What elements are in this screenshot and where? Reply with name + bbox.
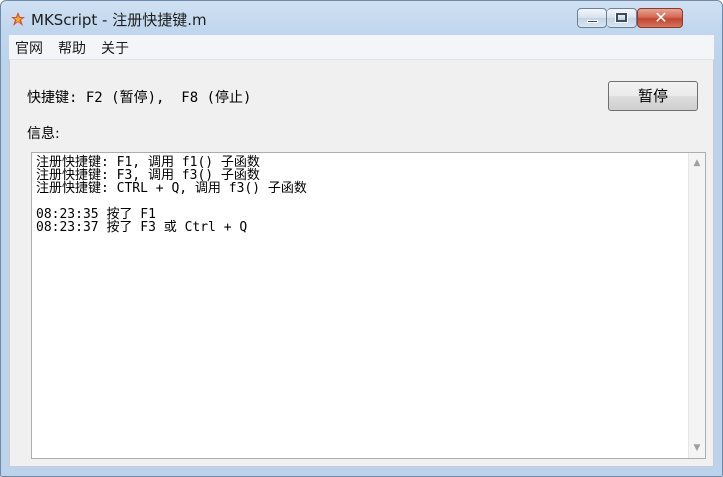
minimize-icon [587, 20, 598, 23]
menu-item-help[interactable]: 帮助 [58, 38, 86, 58]
scroll-up-icon[interactable]: ▲ [689, 155, 705, 171]
info-label: 信息: [27, 126, 60, 142]
app-logo-icon [11, 12, 25, 26]
title-bar[interactable]: MKScript - 注册快捷键.m ✕ [1, 1, 722, 35]
hotkey-hint-label: 快捷键: F2 (暂停), F8 (停止) [27, 90, 252, 106]
scroll-down-icon[interactable]: ▼ [689, 440, 705, 456]
app-window: MKScript - 注册快捷键.m ✕ 官网 帮助 关于 快捷键: F2 (暂… [0, 0, 723, 477]
log-line: 08:23:37 按了 F3 或 Ctrl + Q [36, 220, 248, 235]
minimize-button[interactable] [577, 8, 607, 28]
window-title: MKScript - 注册快捷键.m [31, 11, 207, 29]
menu-bar: 官网 帮助 关于 [9, 35, 714, 60]
log-content: 注册快捷键: F1, 调用 f1() 子函数 注册快捷键: F3, 调用 f3(… [36, 156, 676, 234]
maximize-icon [615, 12, 628, 23]
close-button[interactable]: ✕ [637, 8, 683, 28]
close-icon: ✕ [654, 8, 668, 27]
log-line: 注册快捷键: CTRL + Q, 调用 f3() 子函数 [36, 181, 307, 196]
menu-item-about[interactable]: 关于 [101, 38, 129, 58]
maximize-button[interactable] [607, 8, 637, 28]
menu-item-website[interactable]: 官网 [15, 38, 43, 58]
main-panel: 快捷键: F2 (暂停), F8 (停止) 暂停 信息: 注册快捷键: F1, … [9, 60, 714, 467]
vertical-scrollbar[interactable]: ▲ ▼ [688, 153, 705, 458]
pause-button[interactable]: 暂停 [608, 81, 698, 111]
log-textarea[interactable]: 注册快捷键: F1, 调用 f1() 子函数 注册快捷键: F3, 调用 f3(… [31, 152, 706, 459]
